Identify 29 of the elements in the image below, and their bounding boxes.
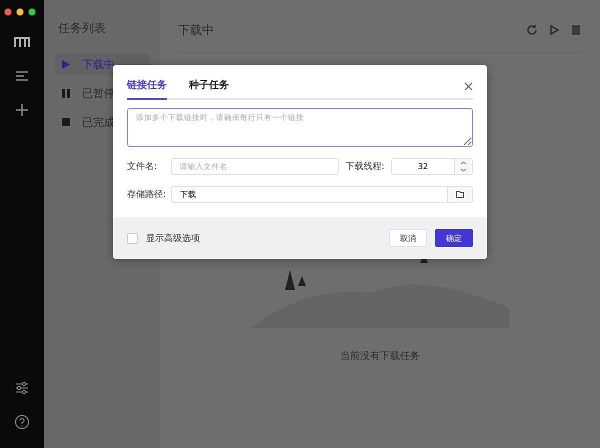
- logo-icon: [14, 34, 30, 50]
- pause-icon[interactable]: [570, 24, 582, 36]
- pane-title: 任务列表: [58, 20, 107, 37]
- path-input-field[interactable]: 下载: [172, 187, 447, 202]
- settings-icon[interactable]: [14, 380, 30, 396]
- dialog-tab[interactable]: 种子任务: [189, 75, 229, 100]
- refresh-icon[interactable]: [526, 24, 538, 36]
- cancel-button[interactable]: 取消: [389, 229, 427, 247]
- filename-label: 文件名:: [127, 160, 158, 173]
- pause-icon: [62, 88, 70, 98]
- confirm-button[interactable]: 确定: [435, 229, 473, 247]
- path-label: 存储路径:: [127, 188, 168, 201]
- empty-state-text: 当前没有下载任务: [340, 350, 420, 363]
- play-icon[interactable]: [548, 24, 560, 36]
- folder-icon[interactable]: [447, 187, 472, 202]
- advanced-checkbox[interactable]: [127, 232, 138, 244]
- stepper-arrows-icon[interactable]: [454, 159, 472, 174]
- threads-spinner[interactable]: 32: [391, 158, 474, 175]
- advanced-label: 显示高级选项: [146, 232, 201, 244]
- threads-input-field[interactable]: 32: [392, 159, 454, 174]
- stop-icon: [62, 118, 70, 126]
- close-icon[interactable]: [464, 82, 473, 91]
- help-icon[interactable]: [14, 414, 30, 430]
- threads-label: 下载线程:: [345, 160, 386, 173]
- dialog-tab[interactable]: 链接任务: [127, 75, 167, 100]
- plus-icon[interactable]: [14, 102, 30, 118]
- main-title: 下载中: [178, 22, 215, 38]
- play-icon: [62, 60, 70, 68]
- path-picker[interactable]: 下载: [171, 186, 473, 203]
